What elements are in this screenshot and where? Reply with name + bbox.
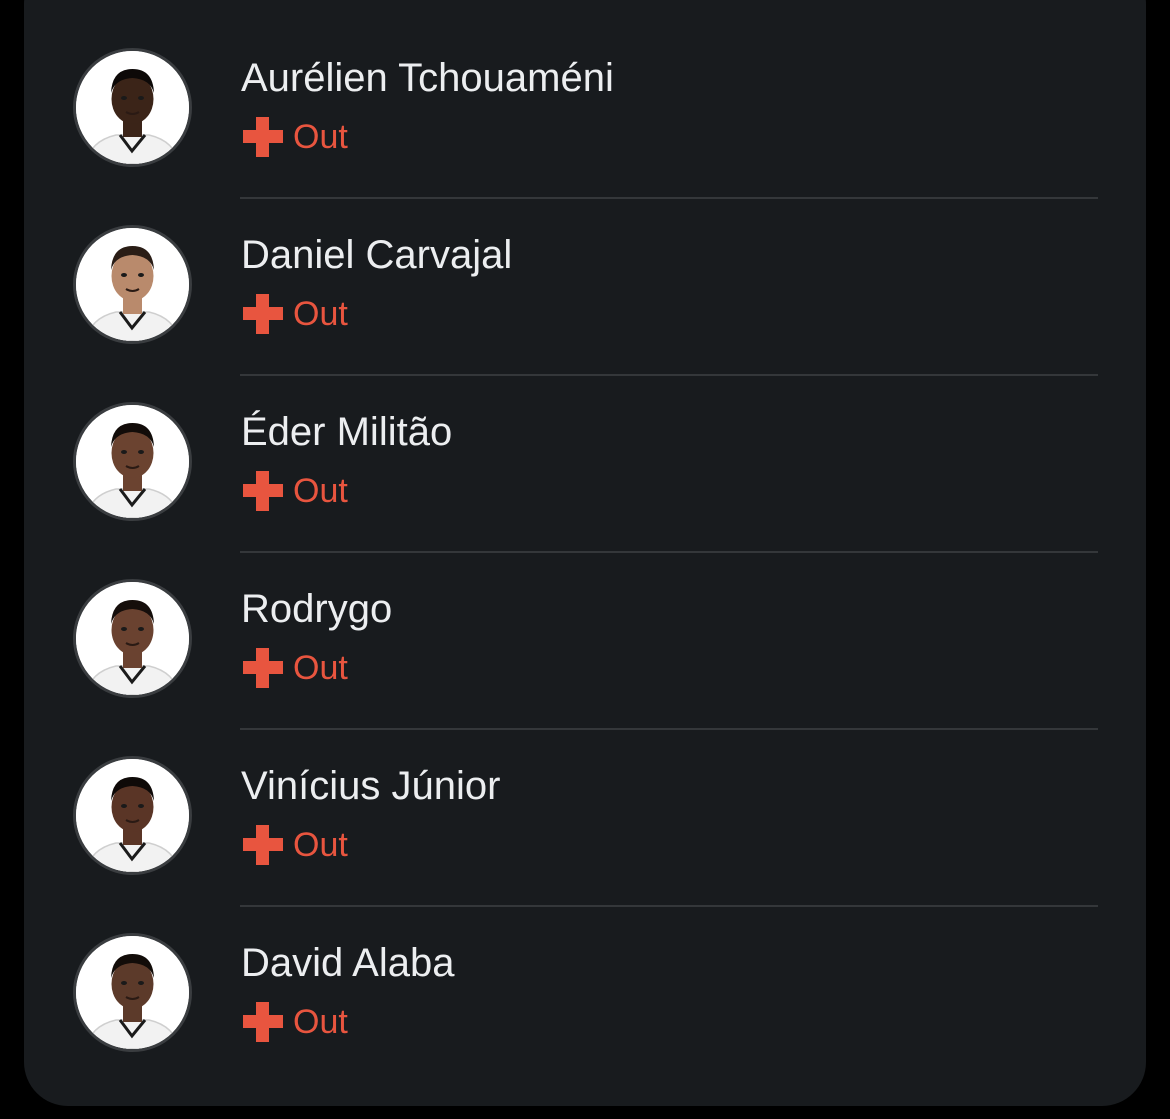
player-name: Vinícius Júnior	[241, 764, 501, 808]
player-row[interactable]: Éder Militão Out	[24, 398, 1146, 575]
status-label: Out	[293, 649, 348, 687]
medical-cross-icon	[241, 292, 285, 336]
injury-status: Out	[241, 646, 348, 690]
player-avatar	[73, 933, 192, 1052]
player-row[interactable]: Aurélien Tchouaméni Out	[24, 44, 1146, 221]
medical-cross-icon	[241, 469, 285, 513]
status-label: Out	[293, 472, 348, 510]
row-divider	[240, 551, 1098, 553]
injury-status: Out	[241, 292, 348, 336]
injury-status: Out	[241, 1000, 348, 1044]
player-row[interactable]: Daniel Carvajal Out	[24, 221, 1146, 398]
player-name: Éder Militão	[241, 410, 453, 454]
player-name: Rodrygo	[241, 587, 393, 631]
player-row[interactable]: Rodrygo Out	[24, 575, 1146, 752]
injury-status: Out	[241, 823, 348, 867]
status-label: Out	[293, 1003, 348, 1041]
player-avatar	[73, 402, 192, 521]
status-label: Out	[293, 118, 348, 156]
row-divider	[240, 905, 1098, 907]
row-divider	[240, 728, 1098, 730]
injury-status: Out	[241, 469, 348, 513]
medical-cross-icon	[241, 1000, 285, 1044]
player-avatar	[73, 48, 192, 167]
injury-status: Out	[241, 115, 348, 159]
row-divider	[240, 197, 1098, 199]
player-name: David Alaba	[241, 941, 455, 985]
injury-list-card: Aurélien Tchouaméni Out Daniel Carvajal Out…	[24, 0, 1146, 1106]
status-label: Out	[293, 295, 348, 333]
player-avatar	[73, 225, 192, 344]
player-name: Aurélien Tchouaméni	[241, 56, 614, 100]
row-divider	[240, 374, 1098, 376]
medical-cross-icon	[241, 115, 285, 159]
player-avatar	[73, 579, 192, 698]
player-avatar	[73, 756, 192, 875]
player-name: Daniel Carvajal	[241, 233, 513, 277]
medical-cross-icon	[241, 646, 285, 690]
status-label: Out	[293, 826, 348, 864]
player-row[interactable]: David Alaba Out	[24, 929, 1146, 1106]
medical-cross-icon	[241, 823, 285, 867]
player-row[interactable]: Vinícius Júnior Out	[24, 752, 1146, 929]
